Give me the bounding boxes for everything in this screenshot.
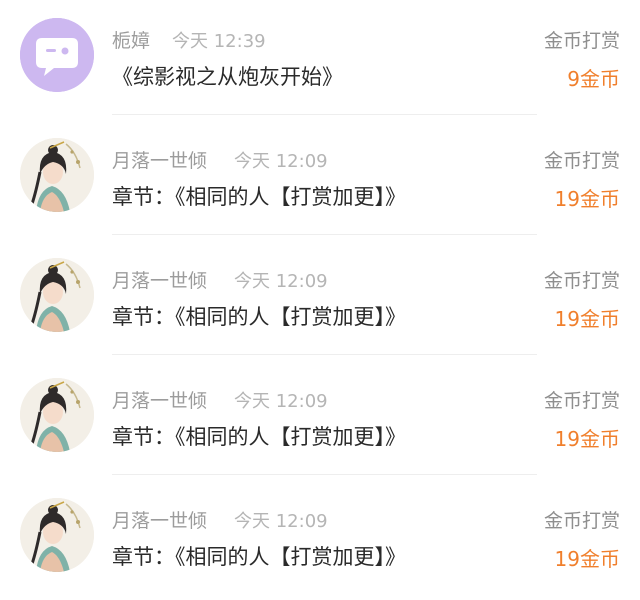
reward-content: 章节：《相同的人【打赏加更】》 xyxy=(112,425,406,449)
avatar[interactable] xyxy=(20,18,94,92)
chat-bubble-icon xyxy=(20,18,94,92)
reward-time: 今天 12:09 xyxy=(234,391,328,412)
reward-item[interactable]: 月落一世倾 今天 12:09 章节：《相同的人【打赏加更】》 金币打赏 19金币 xyxy=(0,480,640,600)
reward-type: 金币打赏 xyxy=(543,510,620,532)
reward-item[interactable]: 栀嫜 今天 12:39 《综影视之从炮灰开始》 金币打赏 9金币 xyxy=(0,0,640,120)
reward-time: 今天 12:09 xyxy=(234,511,328,532)
avatar[interactable] xyxy=(20,498,94,572)
reward-user-name[interactable]: 月落一世倾 xyxy=(112,386,207,413)
reward-item[interactable]: 月落一世倾 今天 12:09 章节：《相同的人【打赏加更】》 金币打赏 19金币 xyxy=(0,240,640,360)
reward-amount: 19金币 xyxy=(554,307,620,331)
reward-list: 栀嫜 今天 12:39 《综影视之从炮灰开始》 金币打赏 9金币 月落一世倾 今… xyxy=(0,0,640,597)
reward-user-name[interactable]: 月落一世倾 xyxy=(112,266,207,293)
reward-amount: 9金币 xyxy=(567,67,620,91)
reward-content: 《综影视之从炮灰开始》 xyxy=(112,65,343,89)
reward-time: 今天 12:09 xyxy=(234,271,328,292)
reward-user-name[interactable]: 栀嫜 xyxy=(112,26,150,53)
row-divider xyxy=(112,354,537,355)
reward-amount: 19金币 xyxy=(554,187,620,211)
reward-time: 今天 12:39 xyxy=(172,31,266,52)
reward-item[interactable]: 月落一世倾 今天 12:09 章节：《相同的人【打赏加更】》 金币打赏 19金币 xyxy=(0,360,640,480)
row-divider xyxy=(112,114,537,115)
reward-content: 章节：《相同的人【打赏加更】》 xyxy=(112,545,406,569)
reward-user-name[interactable]: 月落一世倾 xyxy=(112,146,207,173)
reward-type: 金币打赏 xyxy=(543,150,620,172)
row-divider xyxy=(112,474,537,475)
reward-amount: 19金币 xyxy=(554,547,620,571)
row-divider xyxy=(112,234,537,235)
reward-content: 章节：《相同的人【打赏加更】》 xyxy=(112,185,406,209)
portrait-icon xyxy=(20,258,94,332)
avatar[interactable] xyxy=(20,378,94,452)
reward-user-name[interactable]: 月落一世倾 xyxy=(112,506,207,533)
avatar[interactable] xyxy=(20,258,94,332)
reward-item[interactable]: 月落一世倾 今天 12:09 章节：《相同的人【打赏加更】》 金币打赏 19金币 xyxy=(0,120,640,240)
reward-type: 金币打赏 xyxy=(543,30,620,52)
portrait-icon xyxy=(20,378,94,452)
reward-type: 金币打赏 xyxy=(543,270,620,292)
portrait-icon xyxy=(20,138,94,212)
reward-content: 章节：《相同的人【打赏加更】》 xyxy=(112,305,406,329)
reward-time: 今天 12:09 xyxy=(234,151,328,172)
reward-amount: 19金币 xyxy=(554,427,620,451)
avatar[interactable] xyxy=(20,138,94,212)
portrait-icon xyxy=(20,498,94,572)
reward-type: 金币打赏 xyxy=(543,390,620,412)
